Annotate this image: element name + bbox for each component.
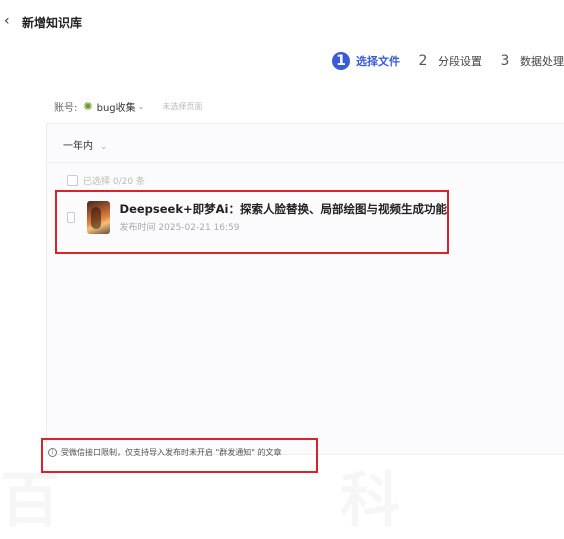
article-panel: 一年内 ⌄ 已选择 0/20 条 Deepseek+即梦Ai：探索人脸替换、局部… bbox=[46, 123, 564, 455]
step-number: 1 bbox=[332, 52, 350, 70]
import-notice: i 受微信接口限制，仅支持导入发布时未开启 "群发通知" 的文章 bbox=[48, 447, 281, 458]
account-name[interactable]: bug收集 bbox=[97, 99, 136, 114]
page-select[interactable]: 未选择页面 bbox=[162, 101, 202, 112]
chevron-down-icon: ⌄ bbox=[100, 142, 107, 151]
step-number: 3 bbox=[500, 53, 510, 69]
step-indicator: 1 选择文件 2 分段设置 3 数据处理 bbox=[318, 52, 564, 70]
chevron-down-icon[interactable]: ⌄ bbox=[138, 102, 145, 111]
step-select-file[interactable]: 1 选择文件 bbox=[332, 52, 400, 70]
article-title: Deepseek+即梦Ai：探索人脸替换、局部绘图与视频生成功能 bbox=[119, 202, 447, 216]
list-item[interactable]: Deepseek+即梦Ai：探索人脸替换、局部绘图与视频生成功能 发布时间 20… bbox=[67, 199, 447, 235]
article-publish-time: 发布时间 2025-02-21 16:59 bbox=[119, 223, 240, 233]
divider bbox=[47, 162, 564, 163]
watermark-bottom: 百科 bbox=[0, 452, 564, 539]
info-icon: i bbox=[48, 448, 57, 457]
article-text: Deepseek+即梦Ai：探索人脸替换、局部绘图与视频生成功能 发布时间 20… bbox=[120, 201, 447, 233]
bug-icon: ✺ bbox=[83, 100, 93, 113]
article-checkbox[interactable] bbox=[67, 211, 76, 223]
step-number: 2 bbox=[418, 53, 428, 69]
time-filter-value: 一年内 bbox=[63, 141, 93, 152]
time-filter-select[interactable]: 一年内 ⌄ bbox=[63, 137, 107, 152]
step-data-processing[interactable]: 3 数据处理 bbox=[496, 52, 564, 70]
page-title: 新增知识库 bbox=[22, 16, 83, 30]
select-all-checkbox[interactable] bbox=[67, 175, 78, 186]
page-header: ‹ 新增知识库 bbox=[0, 0, 564, 44]
notice-text: 受微信接口限制，仅支持导入发布时未开启 "群发通知" 的文章 bbox=[61, 448, 282, 457]
article-thumbnail bbox=[87, 200, 110, 234]
step-label: 选择文件 bbox=[356, 55, 400, 68]
account-label: 账号: bbox=[54, 103, 78, 114]
step-label: 分段设置 bbox=[438, 55, 482, 68]
select-all-row: 已选择 0/20 条 bbox=[67, 174, 145, 187]
chevron-left-icon[interactable]: ‹ bbox=[4, 13, 10, 29]
selection-count: 已选择 0/20 条 bbox=[83, 177, 145, 187]
account-row: 账号: ✺ bug收集 ⌄ 未选择页面 bbox=[54, 99, 202, 114]
step-label: 数据处理 bbox=[520, 55, 564, 68]
step-segment-settings[interactable]: 2 分段设置 bbox=[414, 52, 482, 70]
